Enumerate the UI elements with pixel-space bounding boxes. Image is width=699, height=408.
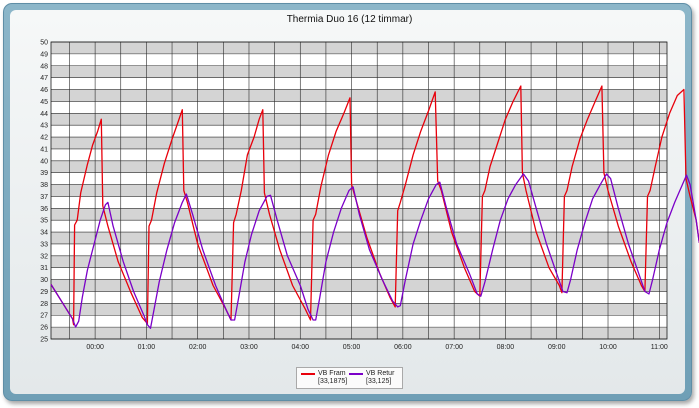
y-tick-label: 25: [40, 337, 48, 344]
x-tick-label: 02:00: [189, 344, 207, 351]
x-tick-label: 10:00: [599, 344, 617, 351]
grid-band: [51, 42, 667, 54]
grid-band: [51, 327, 667, 339]
legend-swatch-vb-fram: [301, 373, 315, 375]
y-tick-label: 40: [40, 158, 48, 165]
y-tick-label: 27: [40, 313, 48, 320]
grid-band: [51, 113, 667, 126]
y-tick-label: 28: [40, 301, 48, 308]
legend: VB Fram [33,1875] VB Retur [33,125]: [296, 367, 403, 389]
y-tick-label: 50: [40, 40, 48, 47]
grid-band: [51, 160, 667, 173]
x-tick-label: 07:00: [445, 344, 463, 351]
y-tick-label: 45: [40, 99, 48, 106]
y-tick-label: 35: [40, 218, 48, 225]
grid-band: [51, 279, 667, 292]
y-tick-label: 31: [40, 265, 48, 272]
legend-label-vb-fram: VB Fram: [318, 370, 346, 377]
legend-label-vb-retur: VB Retur: [366, 370, 395, 377]
y-tick-label: 37: [40, 194, 48, 201]
y-tick-label: 33: [40, 241, 48, 248]
y-tick-label: 34: [40, 230, 48, 237]
y-tick-label: 30: [40, 277, 48, 284]
legend-value-vb-fram: [33,1875]: [318, 378, 348, 385]
x-tick-label: 03:00: [240, 344, 258, 351]
y-tick-label: 46: [40, 87, 48, 94]
x-tick-label: 04:00: [292, 344, 310, 351]
y-tick-label: 38: [40, 182, 48, 189]
y-tick-label: 32: [40, 253, 48, 260]
y-tick-label: 29: [40, 289, 48, 296]
grid-band: [51, 184, 667, 197]
y-tick-label: 36: [40, 206, 48, 213]
line-chart: 25 26 27 28 29 30 31 32 33 34 35 36 37 38 39 40 41 42 43 44…: [40, 40, 699, 351]
x-tick-label: 05:00: [343, 344, 361, 351]
x-tick-label: 06:00: [394, 344, 412, 351]
y-tick-label: 48: [40, 63, 48, 70]
x-tick-label: 00:00: [86, 344, 104, 351]
y-tick-label: 42: [40, 135, 48, 142]
legend-value-vb-retur: [33,125]: [366, 378, 392, 385]
grid-band: [51, 137, 667, 149]
x-tick-label: 08:00: [497, 344, 515, 351]
y-tick-label: 26: [40, 325, 48, 332]
grid-band: [51, 65, 667, 78]
grid-band: [51, 89, 667, 102]
y-tick-label: 43: [40, 123, 48, 130]
y-tick-label: 39: [40, 170, 48, 177]
y-tick-label: 41: [40, 146, 48, 153]
legend-swatch-vb-retur: [349, 373, 363, 375]
x-tick-label: 09:00: [548, 344, 566, 351]
x-tick-label: 11:00: [651, 344, 668, 351]
y-tick-label: 44: [40, 111, 48, 118]
grid-band: [51, 232, 667, 244]
x-tick-label: 01:00: [138, 344, 156, 351]
y-tick-label: 49: [40, 51, 48, 58]
y-tick-label: 47: [40, 75, 48, 82]
